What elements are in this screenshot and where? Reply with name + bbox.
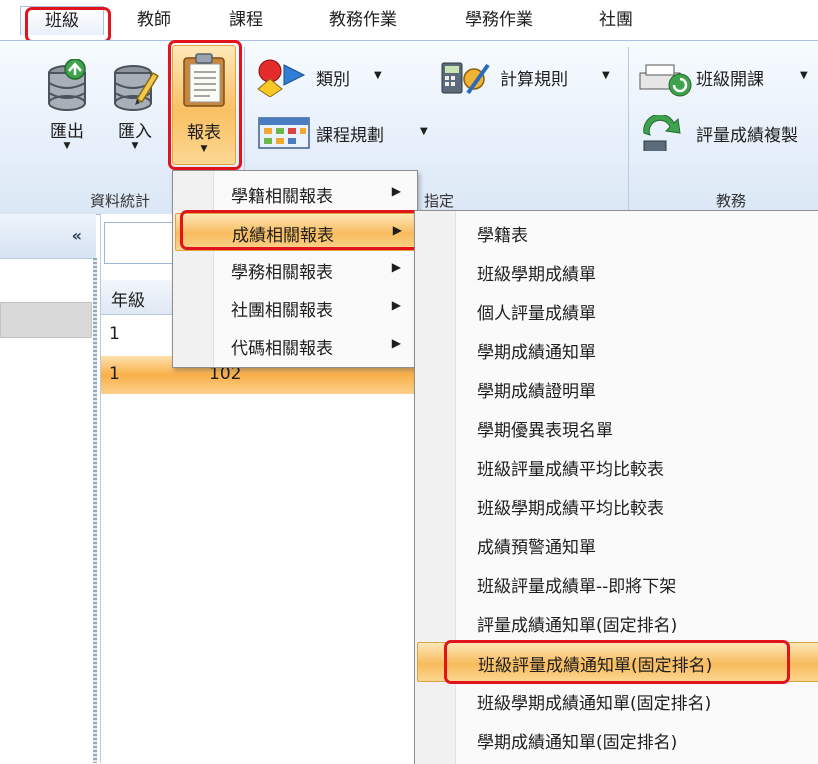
report-button[interactable]: 報表 ▼ <box>172 45 236 165</box>
open-course-icon <box>639 64 692 97</box>
tab-teacher[interactable]: 教師 <box>122 6 186 34</box>
chevron-right-icon: ▶ <box>391 260 401 274</box>
score-copy-label: 評量成績複製 <box>696 126 798 146</box>
submenu-item-label: 學籍表 <box>477 226 528 246</box>
calc-rule-button[interactable]: 計算規則 ▼ <box>440 59 620 95</box>
submenu-item[interactable]: 學期優異表現名單 <box>417 408 818 446</box>
tab-club[interactable]: 社團 <box>584 6 648 34</box>
submenu-item-label: 學期成績證明單 <box>477 382 596 402</box>
submenu-item-highlighted[interactable]: 班級評量成績通知單(固定排名) <box>417 642 818 682</box>
clipboard-report-icon <box>183 53 225 107</box>
chevron-down-icon: ▼ <box>602 70 610 81</box>
submenu-item-label: 學期成績通知單(固定排名) <box>477 733 678 753</box>
submenu-item-label: 評量成績通知單(固定排名) <box>477 616 678 636</box>
tab-student-affairs[interactable]: 學務作業 <box>446 6 552 34</box>
submenu-item[interactable]: 班級評量成績平均比較表 <box>417 447 818 485</box>
calculator-rule-icon <box>441 62 490 95</box>
import-button[interactable]: 匯入 ▼ <box>104 53 166 163</box>
left-panel <box>0 214 96 763</box>
course-plan-label: 課程規劃 <box>316 126 384 146</box>
group-label-assign: 指定 <box>424 192 455 210</box>
tab-academic-affairs[interactable]: 教務作業 <box>310 6 416 34</box>
category-button[interactable]: 類別 ▼ <box>256 59 396 97</box>
chevron-right-icon: ▶ <box>391 184 401 198</box>
copy-arrow-icon <box>643 115 681 151</box>
menu-item-student-affairs-reports[interactable]: 學務相關報表 ▶ <box>175 251 413 287</box>
group-label-academic: 教務 <box>716 192 747 210</box>
ribbon-tab-bar: 班級 教師 課程 教務作業 學務作業 社團 <box>0 0 818 40</box>
left-panel-header: « <box>0 214 96 259</box>
submenu-item[interactable]: 班級評量成績單--即將下架 <box>417 564 818 602</box>
menu-item-club-reports[interactable]: 社團相關報表 ▶ <box>175 289 413 325</box>
submenu-item[interactable]: 個人評量成績單 <box>417 291 818 329</box>
report-label: 報表 <box>187 123 221 143</box>
export-label: 匯出 <box>50 122 84 142</box>
calendar-grid-icon <box>258 117 310 149</box>
shapes-category-icon <box>257 59 306 97</box>
chevron-right-icon: ▶ <box>391 298 401 312</box>
collapse-panel-icon[interactable]: « <box>72 226 82 245</box>
chevron-down-icon: ▼ <box>420 126 428 137</box>
submenu-item[interactable]: 成績預警通知單 <box>417 525 818 563</box>
splitter[interactable] <box>93 258 97 763</box>
submenu-item-label: 班級評量成績單--即將下架 <box>477 577 677 597</box>
submenu-item-label: 班級學期成績平均比較表 <box>477 499 664 519</box>
menu-item-score-reports[interactable]: 成績相關報表 ▶ <box>175 213 415 251</box>
submenu-item[interactable]: 評量成績通知單(固定排名) <box>417 603 818 641</box>
submenu-item[interactable]: 學期成績證明單 <box>417 369 818 407</box>
submenu-item-label: 個人評量成績單 <box>477 304 596 324</box>
chevron-down-icon: ▼ <box>200 144 208 154</box>
tab-course[interactable]: 課程 <box>214 6 278 34</box>
group-label-data-stats: 資料統計 <box>90 192 151 210</box>
menu-item-label: 學務相關報表 <box>231 263 333 283</box>
chevron-down-icon: ▼ <box>374 70 382 81</box>
menu-item-enrollment-reports[interactable]: 學籍相關報表 ▶ <box>175 175 413 211</box>
submenu-item-label: 學期優異表現名單 <box>477 421 613 441</box>
submenu-item-label: 班級評量成績平均比較表 <box>477 460 664 480</box>
class-course-label: 班級開課 <box>696 70 764 90</box>
chevron-right-icon: ▶ <box>391 336 401 350</box>
submenu-item[interactable]: 班級學期成績通知單(固定排名) <box>417 681 818 719</box>
chevron-right-icon: ▶ <box>392 223 402 237</box>
submenu-item-label: 班級學期成績通知單(固定排名) <box>477 694 712 714</box>
import-label: 匯入 <box>118 122 152 142</box>
submenu-item[interactable]: 學期成績通知單(固定排名) <box>417 720 818 758</box>
left-panel-item[interactable] <box>0 302 92 338</box>
database-export-icon <box>48 59 86 111</box>
class-course-button[interactable]: 班級開課 ▼ <box>638 59 818 97</box>
ribbon-separator <box>628 47 629 212</box>
menu-item-label: 代碼相關報表 <box>231 339 333 359</box>
calc-rule-label: 計算規則 <box>500 70 568 90</box>
database-import-icon <box>114 65 159 111</box>
submenu-item[interactable]: 學期成績通知單 <box>417 330 818 368</box>
submenu-item[interactable]: 班級學期成績平均比較表 <box>417 486 818 524</box>
score-reports-submenu: 學籍表 班級學期成績單 個人評量成績單 學期成績通知單 學期成績證明單 學期優異… <box>414 210 818 764</box>
menu-item-label: 學籍相關報表 <box>231 187 333 207</box>
submenu-item[interactable]: 班級學期成績單 <box>417 252 818 290</box>
report-dropdown-menu: 學籍相關報表 ▶ 成績相關報表 ▶ 學務相關報表 ▶ 社團相關報表 ▶ 代碼相關… <box>172 170 418 368</box>
chevron-down-icon: ▼ <box>63 141 71 151</box>
course-plan-button[interactable]: 課程規劃 ▼ <box>256 115 446 151</box>
submenu-item[interactable]: 學籍表 <box>417 213 818 251</box>
menu-item-code-reports[interactable]: 代碼相關報表 ▶ <box>175 327 413 363</box>
cell-grade: 1 <box>109 324 120 344</box>
column-grade-label: 年級 <box>111 291 145 311</box>
export-button[interactable]: 匯出 ▼ <box>32 53 102 163</box>
score-copy-button[interactable]: 評量成績複製 <box>638 115 818 151</box>
submenu-item-label: 班級評量成績通知單(固定排名) <box>478 656 713 676</box>
submenu-item-label: 班級學期成績單 <box>477 265 596 285</box>
submenu-item-label: 學期成績通知單 <box>477 343 596 363</box>
category-label: 類別 <box>316 70 350 90</box>
menu-item-label: 社團相關報表 <box>231 301 333 321</box>
chevron-down-icon: ▼ <box>131 141 139 151</box>
submenu-item-label: 成績預警通知單 <box>477 538 596 558</box>
cell-grade: 1 <box>109 364 120 384</box>
chevron-down-icon: ▼ <box>800 70 808 81</box>
tab-class[interactable]: 班級 <box>20 6 104 35</box>
menu-item-label: 成績相關報表 <box>232 226 334 246</box>
